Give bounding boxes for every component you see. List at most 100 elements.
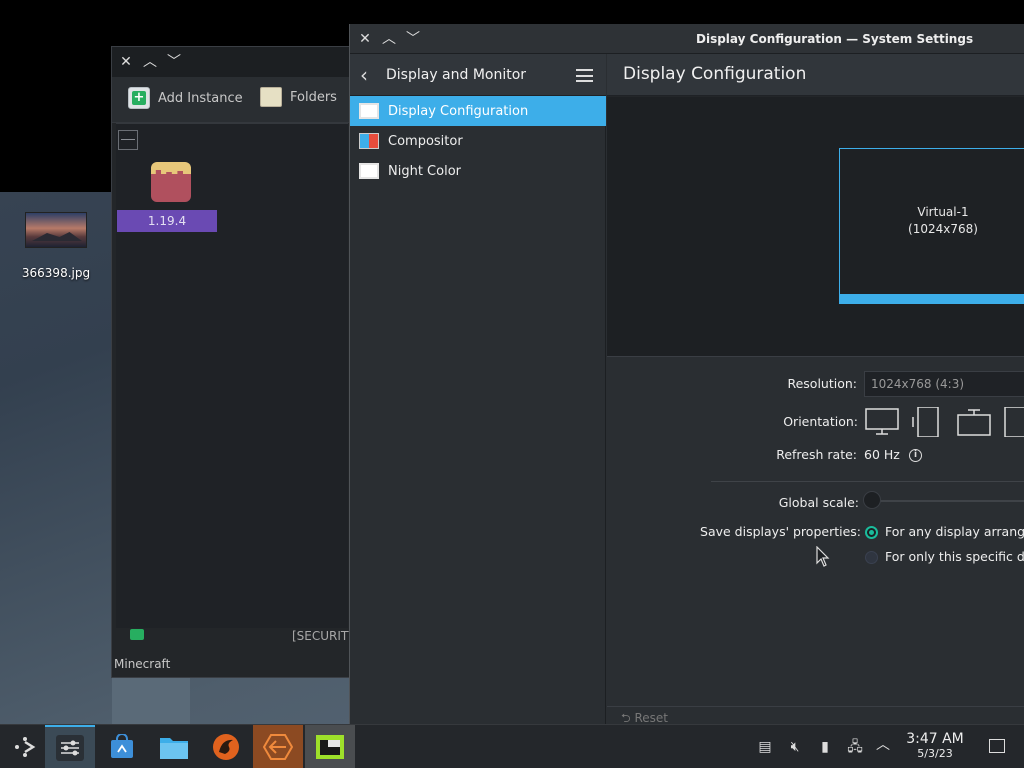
task-discover[interactable] [97,725,147,768]
output-resolution: (1024x768) [908,222,978,236]
task-minecraft-launcher[interactable] [305,725,355,768]
main-header: Display Configuration [607,54,1024,96]
folder-icon [260,87,282,107]
application-launcher[interactable] [0,725,50,768]
settings-main: Display Configuration Virtual-1 (1024x76… [607,54,1024,725]
folders-button[interactable]: Folders [260,87,337,107]
refresh-rate-value: 60 Hz [864,447,900,462]
radio-specific-arrangement-label[interactable]: For only this specific dis [885,549,1024,564]
maximize-icon[interactable]: ︿ [378,28,400,50]
display-settings-form: Resolution: 1024x768 (4:3) Orientation: … [607,357,1024,724]
mouse-cursor-icon [816,546,830,567]
instance-label[interactable]: 1.19.4 [117,210,217,232]
global-scale-track[interactable] [869,500,1024,502]
task-file-manager[interactable] [149,725,199,768]
monitor-icon [359,103,379,119]
minimize-icon[interactable]: ﹀ [163,51,185,73]
minecraft-launcher-window: ✕ ︿ ﹀ Add Instance Folders 1.19.4 [SECUR… [111,46,356,678]
radio-specific-arrangement[interactable] [865,551,878,564]
mc-footer-label: Minecraft [114,657,171,671]
global-scale-label: Global scale: [778,495,859,510]
output-primary-bar [840,294,1024,303]
orientation-landscape-icon[interactable] [865,407,899,437]
orientation-flipped-icon[interactable] [957,407,991,437]
group-collapse-icon[interactable] [118,130,138,150]
hamburger-menu-icon[interactable] [576,69,593,82]
clock[interactable]: 3:47 AM 5/3/23 [900,731,970,760]
taskbar: ▤ 🔇︎ ▮ 🖧︎ ︿ 3:47 AM 5/3/23 [0,724,1024,768]
settings-titlebar: ✕ ︿ ﹀ Display Configuration — System Set… [350,24,1024,54]
clipboard-icon[interactable]: ▤ [757,739,773,755]
resolution-select[interactable]: 1024x768 (4:3) [864,371,1024,397]
news-text[interactable]: [SECURITY [292,629,356,643]
close-icon[interactable]: ✕ [115,51,137,73]
sidebar-header-title: Display and Monitor [386,67,527,83]
desktop-file-label: 366398.jpg [21,266,91,280]
mc-toolbar: Add Instance Folders [112,77,350,123]
task-app-launcher-orange[interactable] [253,725,303,768]
add-instance-button[interactable]: Add Instance [128,87,243,109]
store-bag-icon [111,734,133,758]
hexagon-app-icon [263,734,293,760]
mc-titlebar: ✕ ︿ ﹀ [112,47,350,77]
sidebar-item-compositor[interactable]: Compositor [350,126,606,156]
sidebar-item-night-color[interactable]: Night Color [350,156,606,186]
orientation-label: Orientation: [783,414,858,429]
compositor-icon [359,133,379,149]
add-instance-icon [128,87,150,109]
news-icon[interactable] [130,629,144,640]
network-wired-icon[interactable]: 🖧︎ [847,739,863,755]
maximize-icon[interactable]: ︿ [139,51,161,73]
radio-any-arrangement[interactable] [865,526,878,539]
orientation-portrait-left-icon[interactable] [912,407,946,437]
back-arrow-icon[interactable]: ‹ [360,63,368,87]
minimize-icon[interactable]: ﹀ [402,28,424,50]
system-settings-window: ✕ ︿ ﹀ Display Configuration — System Set… [349,24,1024,725]
divider [711,481,1024,482]
folder-icon [160,738,188,759]
desktop-file-icon[interactable]: 366398.jpg [20,212,92,280]
info-icon[interactable]: i [909,449,922,462]
usb-drive-icon[interactable]: ▮ [817,739,833,755]
instance-icon[interactable] [151,162,191,202]
show-desktop-icon[interactable] [989,739,1005,753]
refresh-rate-label: Refresh rate: [776,447,857,462]
desktop-background [112,676,190,724]
task-app-dragon[interactable] [201,725,251,768]
output-display-box[interactable]: Virtual-1 (1024x768) [839,148,1024,304]
dragon-app-icon [213,734,239,760]
night-color-icon [359,163,379,179]
clock-date: 5/3/23 [917,747,953,760]
sidebar-item-label: Compositor [388,133,463,149]
settings-sidebar: ‹ Display and Monitor Display Configurat… [350,54,606,724]
add-instance-label: Add Instance [158,90,243,106]
output-label: Virtual-1 (1024x768) [840,204,1024,238]
instance-grid: 1.19.4 [116,123,348,628]
sidebar-item-display-configuration[interactable]: Display Configuration [350,96,606,126]
radio-any-arrangement-label[interactable]: For any display arranger [885,524,1024,539]
sidebar-item-label: Display Configuration [388,103,529,119]
resolution-label: Resolution: [787,376,857,391]
close-icon[interactable]: ✕ [354,28,376,50]
image-thumbnail [25,212,87,248]
task-system-settings[interactable] [45,725,95,768]
settings-footer: ⮌ Reset [607,706,1024,725]
sidebar-item-label: Night Color [388,163,461,179]
save-properties-label: Save displays' properties: [700,524,861,539]
chevron-up-icon[interactable]: ︿ [875,737,891,753]
orientation-portrait-right-icon[interactable] [1003,407,1024,437]
reset-label: Reset [634,711,668,725]
launcher-icon [15,737,36,757]
mc-status-bar: [SECURITY [112,627,356,649]
page-title: Display Configuration [623,64,807,84]
sidebar-header: ‹ Display and Monitor [350,54,606,96]
window-title: Display Configuration — System Settings [696,32,974,46]
clock-time: 3:47 AM [906,731,964,747]
minecraft-block-icon [316,735,344,759]
folders-label: Folders [290,89,337,105]
display-preview-area: Virtual-1 (1024x768) [607,97,1024,357]
volume-muted-icon[interactable]: 🔇︎ [787,739,803,755]
global-scale-slider-handle[interactable] [863,491,881,509]
settings-sliders-icon [56,735,84,761]
output-name: Virtual-1 [917,205,969,219]
